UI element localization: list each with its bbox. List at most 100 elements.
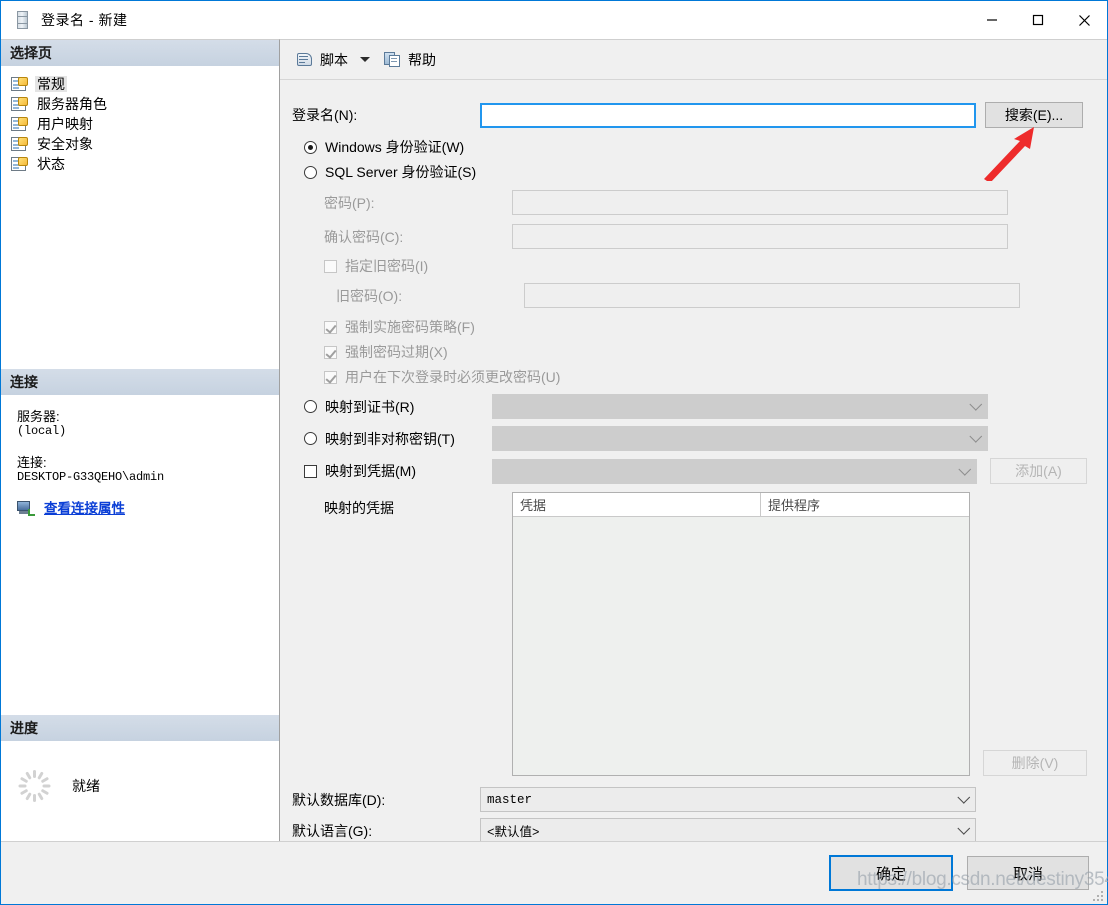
map-asymmetric-key-label: 映射到非对称密钥(T) (325, 430, 455, 447)
help-label: 帮助 (408, 51, 436, 68)
window-title: 登录名 - 新建 (41, 12, 128, 28)
chevron-down-icon (954, 467, 976, 476)
general-page-form: 登录名(N): 搜索(E)... Windows 身份验证(W) SQL Ser… (280, 80, 1107, 843)
ok-button[interactable]: 确定 (829, 855, 953, 891)
chevron-down-icon[interactable] (360, 57, 370, 62)
server-label: 服务器: (17, 409, 60, 424)
specify-old-password-checkbox[interactable] (324, 259, 337, 273)
login-name-input[interactable] (480, 102, 976, 128)
confirm-password-row: 确认密码(C): (292, 224, 1087, 249)
column-header-credential: 凭据 (513, 493, 761, 516)
script-label: 脚本 (320, 51, 348, 68)
default-database-label: 默认数据库(D): (292, 791, 386, 808)
confirm-password-input[interactable] (512, 224, 1008, 249)
map-credential-row: 映射到凭据(M) 添加(A) (292, 458, 1087, 484)
chevron-down-icon (965, 402, 987, 411)
sidebar-item-status[interactable]: 状态 (9, 154, 279, 174)
window-controls (969, 1, 1107, 39)
connection-header: 连接 (1, 369, 279, 395)
remove-credential-button[interactable]: 删除(V) (983, 750, 1087, 776)
sidebar-item-user-mapping[interactable]: 用户映射 (9, 114, 279, 134)
default-language-combo[interactable]: <默认值> (480, 818, 976, 843)
page-icon (11, 156, 28, 172)
map-credential-label: 映射到凭据(M) (325, 463, 416, 479)
password-label: 密码(P): (324, 194, 375, 211)
progress-status: 就绪 (72, 778, 100, 794)
map-certificate-label: 映射到证书(R) (325, 398, 415, 415)
maximize-icon (1032, 14, 1044, 26)
enforce-password-policy-checkbox[interactable] (324, 320, 337, 334)
enforce-password-expiration-label: 强制密码过期(X) (345, 344, 448, 360)
resize-grip[interactable] (1091, 889, 1103, 901)
chevron-down-icon (953, 795, 975, 804)
cancel-button[interactable]: 取消 (967, 856, 1089, 890)
page-icon (11, 96, 28, 112)
view-connection-properties-link[interactable]: 查看连接属性 (44, 501, 125, 516)
mapped-credentials-area: 映射的凭据 凭据 提供程序 删除(V) (292, 492, 1087, 776)
default-database-value: master (487, 792, 533, 807)
enforce-password-policy-label: 强制实施密码策略(F) (345, 319, 475, 335)
sidebar-item-label: 常规 (35, 76, 67, 92)
help-button[interactable]: 帮助 (380, 46, 440, 74)
map-credential-combo[interactable] (492, 458, 978, 484)
map-credential-checkbox[interactable] (304, 464, 317, 478)
windows-auth-radio[interactable] (304, 140, 317, 154)
search-button[interactable]: 搜索(E)... (985, 102, 1083, 128)
sqlserver-auth-label: SQL Server 身份验证(S) (325, 164, 477, 180)
credential-actions: 删除(V) (983, 492, 1087, 776)
specify-old-password-row[interactable]: 指定旧密码(I) (292, 256, 1087, 276)
mapped-credentials-listbox[interactable]: 凭据 提供程序 (512, 492, 970, 776)
chevron-down-icon (953, 826, 975, 835)
map-certificate-combo[interactable] (492, 394, 988, 419)
must-change-password-checkbox[interactable] (324, 370, 337, 384)
password-input[interactable] (512, 190, 1008, 215)
minimize-button[interactable] (969, 1, 1015, 39)
view-connection-properties-row[interactable]: 查看连接属性 (17, 501, 279, 516)
map-asymmetric-key-combo[interactable] (492, 426, 988, 451)
default-database-combo[interactable]: master (480, 787, 976, 812)
map-certificate-row: 映射到证书(R) (292, 394, 1087, 419)
maximize-button[interactable] (1015, 1, 1061, 39)
sidebar-item-label: 安全对象 (37, 136, 93, 152)
close-button[interactable] (1061, 1, 1107, 39)
confirm-password-label: 确认密码(C): (324, 228, 404, 245)
server-block: 服务器: (local) (17, 409, 279, 439)
title-bar: 登录名 - 新建 (1, 1, 1107, 39)
windows-auth-row[interactable]: Windows 身份验证(W) (292, 137, 1087, 157)
enforce-expiration-row[interactable]: 强制密码过期(X) (292, 342, 1087, 362)
map-asymmetric-key-radio[interactable] (304, 432, 317, 445)
mapped-credentials-label: 映射的凭据 (324, 500, 394, 516)
old-password-input[interactable] (524, 283, 1020, 308)
sidebar-item-label: 用户映射 (37, 116, 93, 132)
sidebar: 选择页 常规 服务器角色 用户映射 安全对象 状态 连接 服务器: (local… (1, 39, 280, 841)
script-button[interactable]: 脚本 (292, 46, 352, 74)
close-icon (1078, 14, 1090, 26)
add-credential-button[interactable]: 添加(A) (990, 458, 1087, 484)
progress-header: 进度 (1, 715, 279, 741)
default-language-label: 默认语言(G): (292, 822, 373, 839)
must-change-password-row[interactable]: 用户在下次登录时必须更改密码(U) (292, 367, 1087, 387)
enforce-policy-row[interactable]: 强制实施密码策略(F) (292, 317, 1087, 337)
must-change-password-label: 用户在下次登录时必须更改密码(U) (345, 369, 561, 385)
map-asymmetric-key-row: 映射到非对称密钥(T) (292, 426, 1087, 451)
sqlserver-auth-radio[interactable] (304, 165, 317, 179)
connection-label: 连接: (17, 455, 47, 470)
page-icon (11, 76, 28, 92)
toolbar: 脚本 帮助 (280, 40, 1107, 80)
enforce-password-expiration-checkbox[interactable] (324, 345, 337, 359)
default-language-value: <默认值> (487, 826, 540, 840)
specify-old-password-label: 指定旧密码(I) (345, 258, 429, 274)
select-page-header: 选择页 (1, 40, 279, 66)
sidebar-item-general[interactable]: 常规 (9, 74, 279, 94)
sqlserver-auth-row[interactable]: SQL Server 身份验证(S) (292, 162, 1087, 182)
sidebar-spacer-top (1, 180, 279, 369)
map-certificate-radio[interactable] (304, 400, 317, 413)
dialog-body: 选择页 常规 服务器角色 用户映射 安全对象 状态 连接 服务器: (local… (1, 39, 1107, 843)
sidebar-item-securables[interactable]: 安全对象 (9, 134, 279, 154)
sidebar-item-server-roles[interactable]: 服务器角色 (9, 94, 279, 114)
dialog-footer: 确定 取消 (1, 841, 1107, 904)
default-database-row: 默认数据库(D): master (292, 787, 1087, 812)
connection-block: 连接: DESKTOP-G33QEHO\admin (17, 455, 279, 485)
old-password-row: 旧密码(O): (292, 283, 1087, 308)
page-icon (11, 116, 28, 132)
